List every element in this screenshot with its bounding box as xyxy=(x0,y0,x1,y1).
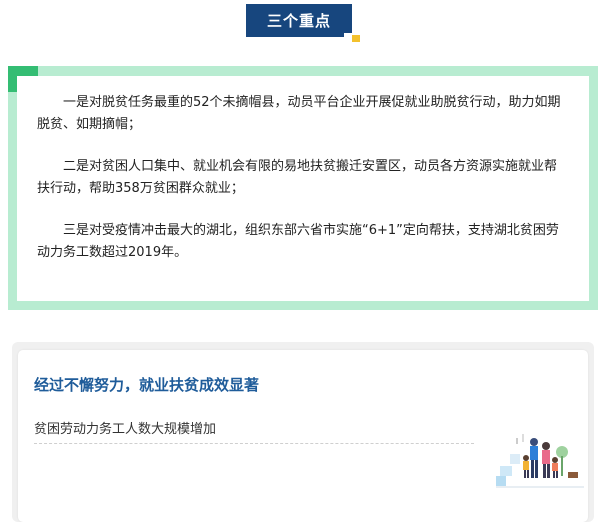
key-point-2: 二是对贫困人口集中、就业机会有限的易地扶贫搬迁安置区，动员各方资源实施就业帮扶行… xyxy=(37,159,558,196)
section-header-tag: 三个重点 xyxy=(246,4,360,42)
results-card: 经过不懈努力，就业扶贫成效显著 贫困劳动力务工人数大规模增加 xyxy=(12,342,594,522)
key-points-content: 一是对脱贫任务最重的52个未摘帽县，动员平台企业开展促就业助脱贫行动，助力如期脱… xyxy=(17,76,589,301)
results-card-inner: 经过不懈努力，就业扶贫成效显著 贫困劳动力务工人数大规模增加 xyxy=(18,350,588,522)
header-accent-square xyxy=(352,35,360,42)
key-point-1: 一是对脱贫任务最重的52个未摘帽县，动员平台企业开展促就业助脱贫行动，助力如期脱… xyxy=(37,95,561,132)
card-title: 经过不懈努力，就业扶贫成效显著 xyxy=(34,376,260,394)
family-illustration-icon xyxy=(496,434,584,488)
card-subtitle: 贫困劳动力务工人数大规模增加 xyxy=(34,418,474,444)
section-header-title: 三个重点 xyxy=(266,12,331,30)
key-point-3: 三是对受疫情冲击最大的湖北，组织东部六省市实施“6+1”定向帮扶，支持湖北贫困劳… xyxy=(37,223,559,260)
key-points-box: 一是对脱贫任务最重的52个未摘帽县，动员平台企业开展促就业助脱贫行动，助力如期脱… xyxy=(8,66,598,310)
header-accent-notch xyxy=(344,33,352,37)
